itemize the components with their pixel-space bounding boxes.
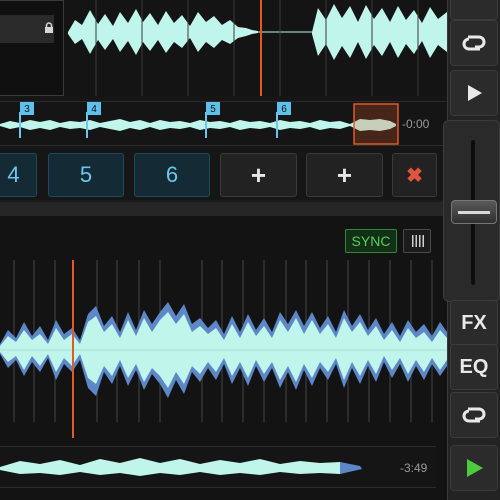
cue-marker-5[interactable]: 5 bbox=[205, 102, 220, 138]
fx-button[interactable]: FX bbox=[450, 300, 498, 346]
bottom-play-button[interactable] bbox=[450, 445, 498, 491]
add-cue-button-1[interactable]: + bbox=[220, 153, 297, 197]
svg-text:3: 3 bbox=[24, 104, 30, 115]
top-deck-button-partial[interactable] bbox=[450, 0, 498, 20]
loop-icon bbox=[462, 35, 486, 51]
beatgrid-icon bbox=[412, 235, 424, 247]
beatgrid-button[interactable] bbox=[403, 229, 431, 253]
top-remaining-time: -0:00 bbox=[402, 117, 430, 131]
loop-lock-panel[interactable] bbox=[0, 0, 64, 96]
top-track-overview[interactable]: 3 4 5 6 -0:00 bbox=[0, 101, 447, 146]
play-icon bbox=[468, 85, 482, 101]
bottom-overview-waveform bbox=[0, 458, 362, 476]
cue-button-5[interactable]: 5 bbox=[48, 153, 124, 197]
play-icon bbox=[467, 459, 483, 477]
add-cue-button-2[interactable]: + bbox=[306, 153, 383, 197]
top-waveform-area[interactable] bbox=[0, 0, 447, 96]
bottom-track-overview[interactable]: -3:49 bbox=[0, 446, 436, 488]
bottom-waveform bbox=[0, 302, 447, 398]
svg-text:6: 6 bbox=[281, 104, 287, 115]
svg-text:4: 4 bbox=[91, 104, 97, 115]
cue-button-6[interactable]: 6 bbox=[134, 153, 210, 197]
cue-marker-4[interactable]: 4 bbox=[86, 102, 101, 138]
cue-marker-3[interactable]: 3 bbox=[19, 102, 34, 138]
bottom-remaining-time: -3:49 bbox=[400, 461, 428, 475]
bottom-loop-button[interactable] bbox=[450, 392, 498, 438]
cue-marker-6[interactable]: 6 bbox=[276, 102, 291, 138]
loop-icon bbox=[462, 407, 486, 423]
top-loop-button[interactable] bbox=[450, 20, 498, 66]
top-waveform bbox=[65, 0, 447, 96]
svg-text:5: 5 bbox=[210, 104, 216, 115]
overview-position-window[interactable] bbox=[353, 103, 399, 145]
sync-button[interactable]: SYNC bbox=[345, 229, 397, 253]
lock-icon[interactable] bbox=[43, 22, 55, 34]
top-overview-waveform bbox=[0, 119, 396, 131]
deck-divider bbox=[0, 202, 447, 216]
eq-button[interactable]: EQ bbox=[450, 344, 498, 390]
crossfader-knob[interactable] bbox=[451, 200, 497, 224]
top-play-button[interactable] bbox=[450, 70, 498, 116]
delete-cue-button[interactable]: ✖ bbox=[392, 153, 437, 197]
cue-button-4[interactable]: 4 bbox=[0, 153, 37, 197]
